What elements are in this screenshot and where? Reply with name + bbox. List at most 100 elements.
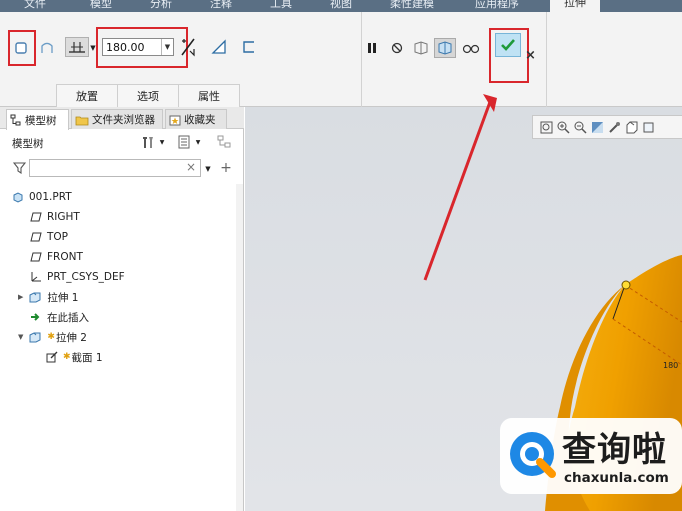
tab-placement[interactable]: 放置 bbox=[56, 84, 118, 107]
sketch-icon bbox=[46, 351, 58, 363]
tree-item-right[interactable]: RIGHT bbox=[30, 208, 80, 226]
tab-folder-browser[interactable]: 文件夹浏览器 bbox=[71, 109, 163, 129]
blind-depth-icon bbox=[69, 42, 85, 53]
verify-preview-button[interactable] bbox=[434, 38, 456, 58]
tab-model-tree-label: 模型树 bbox=[25, 114, 57, 127]
settings-button[interactable] bbox=[140, 134, 156, 150]
datum-plane-icon bbox=[30, 232, 42, 242]
glasses-button[interactable] bbox=[461, 40, 481, 56]
ribbon-divider bbox=[361, 12, 362, 107]
verify-preview-icon bbox=[438, 41, 452, 55]
tree-scrollbar[interactable] bbox=[236, 184, 243, 511]
settings-dropdown-icon[interactable]: ▼ bbox=[158, 138, 166, 146]
new-feature-star-icon: ✱ bbox=[47, 332, 55, 342]
tab-properties[interactable]: 属性 bbox=[178, 84, 240, 107]
tree-item-label: 拉伸 1 bbox=[47, 291, 79, 304]
drag-handle[interactable] bbox=[621, 280, 631, 290]
show-dropdown-icon[interactable]: ▼ bbox=[194, 138, 202, 146]
tree-icon bbox=[10, 114, 21, 126]
expand-arrow-icon[interactable]: ▶ bbox=[18, 293, 23, 301]
list-icon bbox=[178, 135, 190, 149]
ribbon-group-tabs: 放置 选项 属性 bbox=[56, 84, 240, 107]
favorites-icon bbox=[169, 115, 181, 125]
thicken-icon bbox=[243, 41, 254, 53]
separate-preview-icon bbox=[414, 41, 428, 55]
no-preview-icon bbox=[391, 42, 403, 54]
depth-type-button[interactable] bbox=[65, 37, 89, 57]
tree-item-label: TOP bbox=[47, 231, 69, 243]
tree-item-front[interactable]: FRONT bbox=[30, 248, 83, 266]
solid-highlight-box bbox=[8, 30, 36, 66]
separate-preview-button[interactable] bbox=[412, 39, 430, 57]
close-icon: × bbox=[525, 48, 536, 63]
tree-item-part[interactable]: 001.PRT bbox=[12, 188, 72, 206]
dimension-value[interactable]: 180 bbox=[663, 361, 678, 370]
surface-icon bbox=[41, 42, 53, 53]
tab-model-tree[interactable]: 模型树 bbox=[6, 109, 69, 130]
tree-item-extrude-2[interactable]: ▼ ✱ 拉伸 2 bbox=[18, 328, 87, 346]
clear-search-icon[interactable]: × bbox=[186, 160, 196, 174]
tree-filter-icon bbox=[217, 135, 231, 148]
tab-file[interactable]: 文件 bbox=[24, 0, 46, 12]
search-input[interactable]: × bbox=[29, 159, 201, 177]
tree-item-label: RIGHT bbox=[47, 211, 80, 223]
tab-applications[interactable]: 应用程序 bbox=[475, 0, 519, 12]
tab-extrude[interactable]: 拉伸 bbox=[550, 0, 600, 12]
ribbon-tab-strip: 文件 模型 分析 注释 工具 视图 柔性建模 应用程序 拉伸 bbox=[0, 0, 682, 12]
remove-material-button[interactable] bbox=[210, 38, 228, 56]
new-feature-star-icon: ✱ bbox=[63, 352, 71, 362]
add-filter-icon[interactable]: + bbox=[219, 160, 233, 176]
tree-item-extrude-1[interactable]: ▶ 拉伸 1 bbox=[18, 288, 78, 306]
tab-flexible-modeling[interactable]: 柔性建模 bbox=[390, 0, 434, 12]
pause-icon bbox=[368, 43, 376, 53]
tab-favorites-label: 收藏夹 bbox=[184, 114, 216, 126]
tab-annotate[interactable]: 注释 bbox=[210, 0, 232, 12]
depth-highlight-box bbox=[96, 27, 188, 68]
show-button[interactable] bbox=[176, 134, 192, 150]
flip-direction-icon bbox=[181, 38, 195, 57]
extrude-icon bbox=[29, 332, 41, 343]
thicken-button[interactable] bbox=[240, 38, 258, 56]
model-tree-title: 模型树 bbox=[12, 138, 44, 150]
surface-toggle[interactable] bbox=[38, 39, 56, 57]
csys-icon bbox=[31, 272, 41, 282]
tab-folder-browser-label: 文件夹浏览器 bbox=[92, 114, 155, 126]
flip-direction-button[interactable] bbox=[178, 36, 198, 58]
model-tree-panel: 模型树 文件夹浏览器 收藏夹 模型树 ▼ ▼ × ▼ + 001.PRT RIG… bbox=[0, 107, 244, 511]
search-dropdown-icon[interactable]: ▼ bbox=[203, 164, 213, 174]
tools-icon bbox=[143, 137, 153, 148]
tree-item-section-1[interactable]: ✱ 截面 1 bbox=[46, 348, 103, 366]
ok-highlight-box bbox=[489, 28, 529, 83]
tree-item-label: 拉伸 2 bbox=[55, 331, 87, 344]
collapse-arrow-icon[interactable]: ▼ bbox=[18, 333, 23, 341]
tree-filter-button[interactable] bbox=[216, 134, 232, 150]
filter-icon bbox=[12, 162, 26, 174]
panel-tabs: 模型树 文件夹浏览器 收藏夹 bbox=[0, 107, 244, 130]
tab-favorites[interactable]: 收藏夹 bbox=[165, 109, 227, 129]
tree-item-label: PRT_CSYS_DEF bbox=[47, 271, 125, 283]
pause-button[interactable] bbox=[365, 40, 379, 56]
search-logo-icon bbox=[510, 432, 556, 478]
extrude-icon bbox=[29, 292, 41, 303]
tab-analysis[interactable]: 分析 bbox=[150, 0, 172, 12]
ribbon-divider bbox=[546, 12, 547, 107]
no-preview-button[interactable] bbox=[390, 40, 404, 56]
extrude-ribbon: ▼ 180.00 ▼ 放置 选项 属性 × bbox=[0, 12, 682, 107]
tree-item-insert-here[interactable]: 在此插入 bbox=[30, 308, 89, 326]
tab-tools[interactable]: 工具 bbox=[270, 0, 292, 12]
remove-material-icon bbox=[211, 39, 226, 54]
tab-options[interactable]: 选项 bbox=[117, 84, 179, 107]
watermark: 查询啦 chaxunla.com bbox=[500, 418, 682, 494]
cancel-button[interactable]: × bbox=[525, 48, 536, 63]
watermark-title: 查询啦 bbox=[562, 430, 667, 470]
tree-item-csys[interactable]: PRT_CSYS_DEF bbox=[30, 268, 125, 286]
part-icon bbox=[13, 192, 23, 203]
insert-arrow-icon bbox=[31, 313, 40, 321]
tree-item-label: 在此插入 bbox=[47, 311, 89, 324]
glasses-icon bbox=[462, 44, 480, 54]
tab-model[interactable]: 模型 bbox=[90, 0, 112, 12]
tab-view[interactable]: 视图 bbox=[330, 0, 352, 12]
model-tree-toolbar: 模型树 ▼ ▼ bbox=[0, 130, 244, 154]
filter-button[interactable] bbox=[12, 161, 26, 175]
tree-item-top[interactable]: TOP bbox=[30, 228, 68, 246]
